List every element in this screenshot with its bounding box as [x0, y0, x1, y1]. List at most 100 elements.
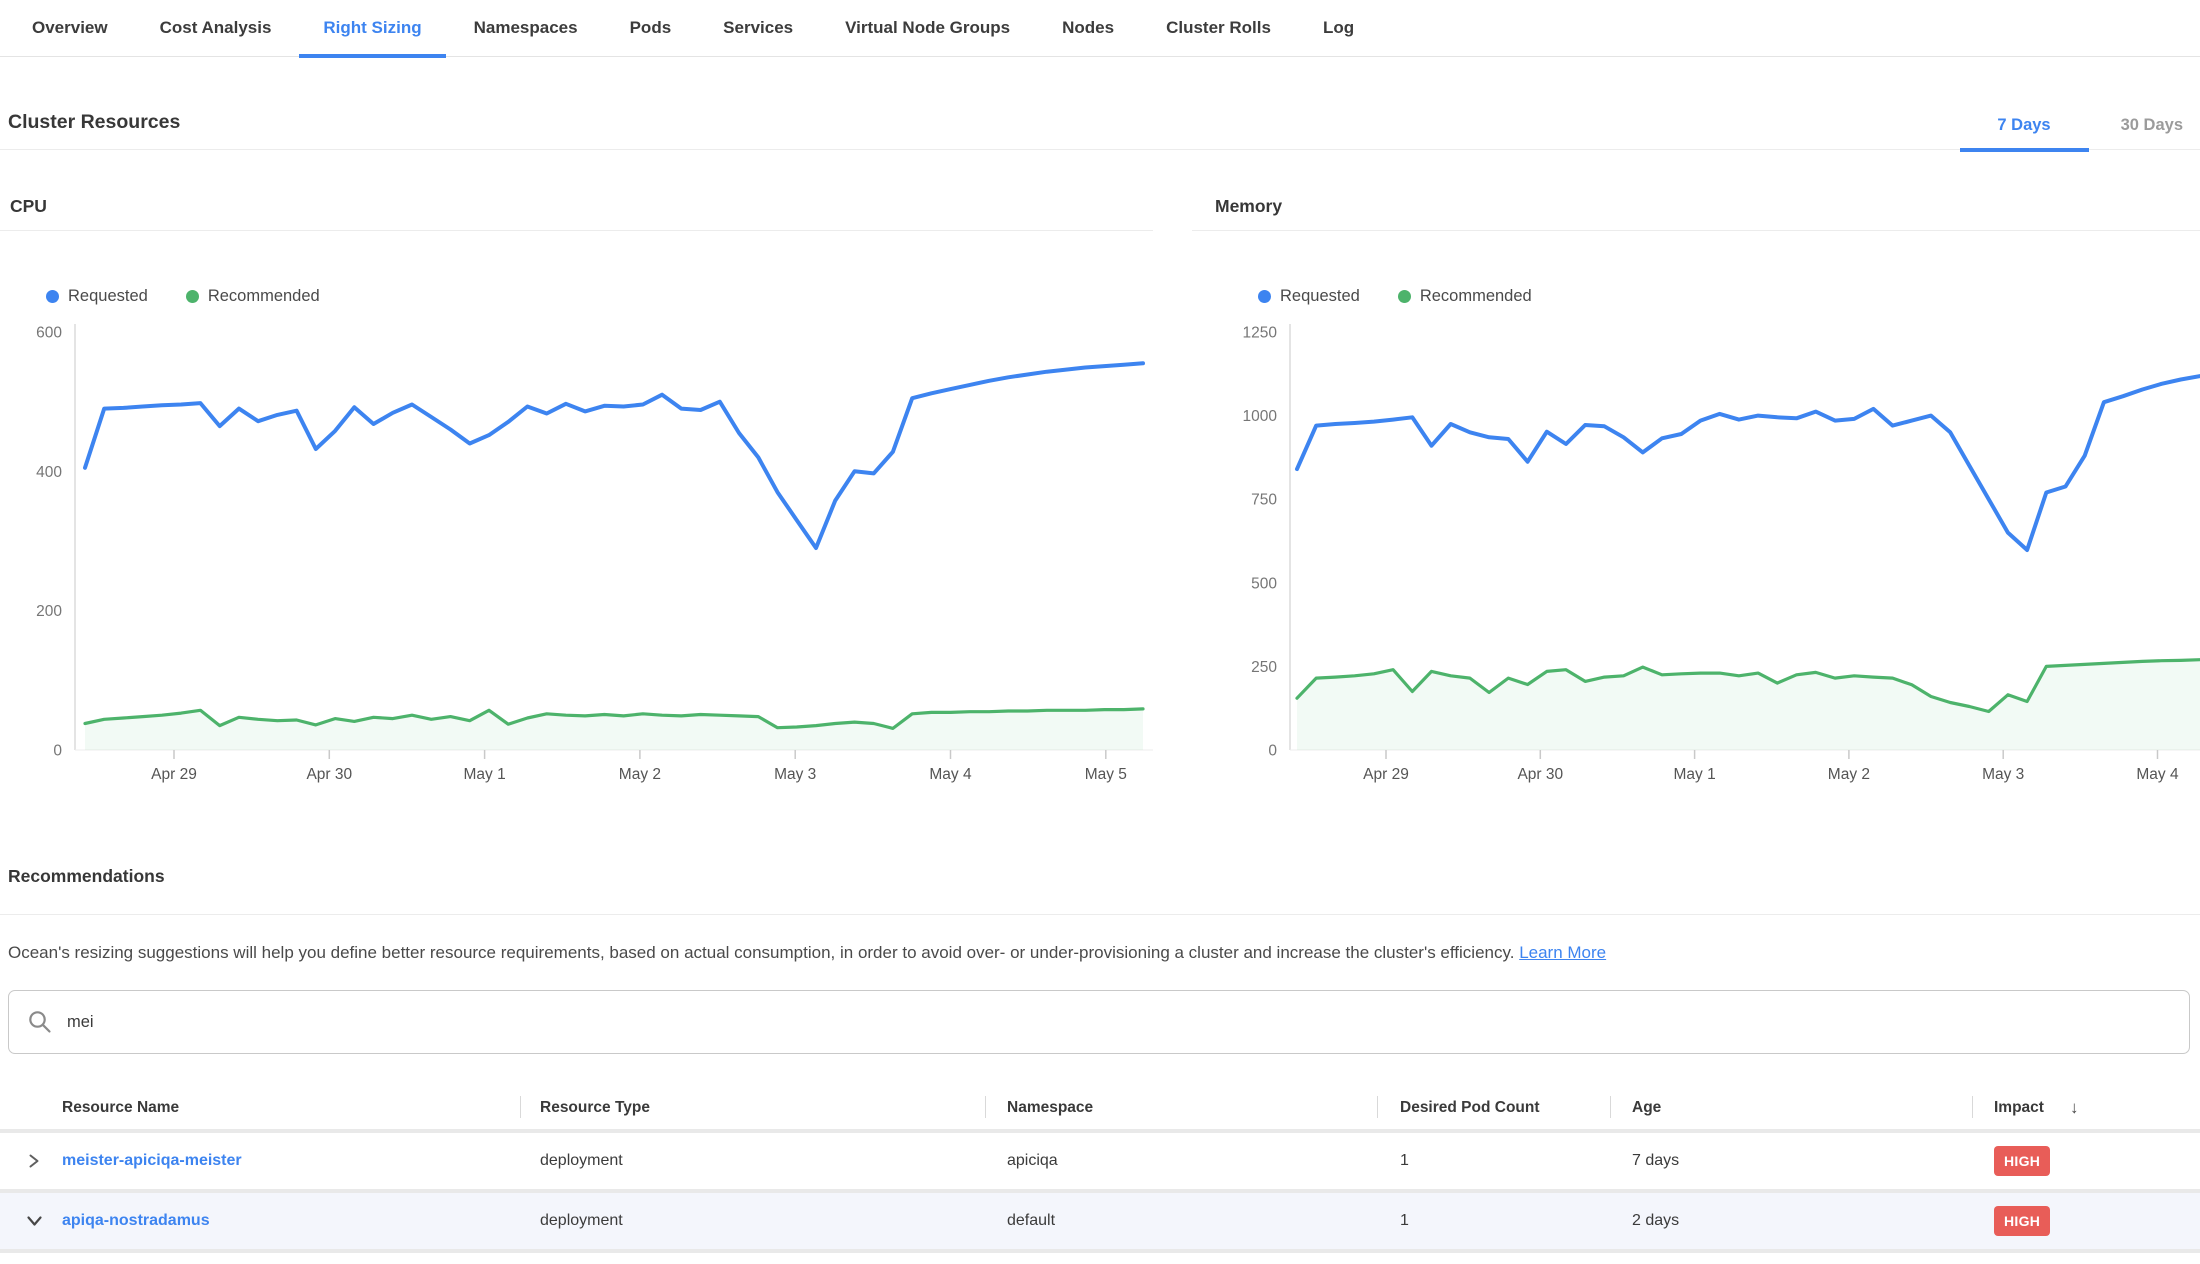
tab-virtual-node-groups[interactable]: Virtual Node Groups [819, 0, 1036, 57]
learn-more-link[interactable]: Learn More [1519, 943, 1606, 962]
period-30-days[interactable]: 30 Days [2121, 116, 2183, 135]
recommendations-title: Recommendations [8, 866, 2200, 887]
table-row[interactable]: apiqa-nostradamus deployment default 1 2… [0, 1193, 2200, 1253]
legend-item-requested: Requested [1258, 287, 1360, 306]
legend-label: Requested [68, 287, 148, 306]
column-header-desired-pod-count[interactable]: Desired Pod Count [1377, 1086, 1610, 1129]
tab-namespaces[interactable]: Namespaces [448, 0, 604, 57]
cpu-chart-legend: Requested Recommended [46, 287, 1153, 306]
svg-text:200: 200 [36, 603, 62, 620]
svg-text:May 2: May 2 [1828, 766, 1870, 783]
column-header-resource-name[interactable]: Resource Name [0, 1086, 520, 1129]
cpu-line-chart: 600 400 200 0 Apr 29 Apr 30 May 1 May 2 May 3 May… [0, 318, 1153, 786]
legend-label: Recommended [208, 287, 320, 306]
period-7-days[interactable]: 7 Days [1997, 116, 2050, 135]
age-cell: 7 days [1610, 1133, 1972, 1189]
svg-text:0: 0 [53, 743, 62, 760]
tab-cluster-rolls[interactable]: Cluster Rolls [1140, 0, 1297, 57]
tab-cost-analysis[interactable]: Cost Analysis [134, 0, 298, 57]
column-header-impact[interactable]: Impact ↓ [1972, 1086, 2200, 1129]
recommended-legend-dot [186, 290, 199, 303]
table-header-row: Resource Name Resource Type Namespace De… [0, 1086, 2200, 1133]
recommendations-description: Ocean's resizing suggestions will help y… [8, 942, 2190, 965]
right-sizing-page: Overview Cost Analysis Right Sizing Name… [0, 0, 2200, 1264]
tab-log[interactable]: Log [1297, 0, 1380, 57]
svg-text:May 2: May 2 [619, 766, 661, 783]
impact-badge: HIGH [1994, 1146, 2050, 1176]
recommendations-table: Resource Name Resource Type Namespace De… [0, 1086, 2200, 1253]
column-header-resource-type[interactable]: Resource Type [520, 1086, 985, 1129]
chevron-right-icon[interactable] [26, 1154, 41, 1169]
svg-text:May 1: May 1 [1673, 766, 1715, 783]
column-label: Age [1632, 1099, 1661, 1117]
cluster-resources-header: Cluster Resources 7 Days 30 Days [0, 57, 2200, 150]
svg-text:May 1: May 1 [463, 766, 505, 783]
svg-text:Apr 29: Apr 29 [1363, 766, 1409, 783]
legend-item-recommended: Recommended [1398, 287, 1532, 306]
table-row[interactable]: meister-apiciqa-meister deployment apici… [0, 1133, 2200, 1193]
column-label: Desired Pod Count [1400, 1099, 1540, 1117]
column-label: Impact [1994, 1099, 2044, 1117]
tab-pods[interactable]: Pods [604, 0, 698, 57]
column-label: Resource Type [540, 1099, 650, 1117]
legend-item-requested: Requested [46, 287, 148, 306]
svg-text:600: 600 [36, 325, 62, 342]
svg-text:0: 0 [1268, 743, 1277, 760]
search-icon [27, 1009, 53, 1035]
cpu-chart-title: CPU [0, 150, 1153, 231]
svg-text:May 4: May 4 [929, 766, 972, 783]
tab-nodes[interactable]: Nodes [1036, 0, 1140, 57]
memory-line-chart: 1250 1000 750 500 250 0 Apr 29 Apr 30 May 1 May 2… [1192, 318, 2200, 786]
namespace-cell: default [985, 1193, 1377, 1249]
impact-badge: HIGH [1994, 1206, 2050, 1236]
svg-text:250: 250 [1251, 659, 1277, 676]
namespace-cell: apiciqa [985, 1133, 1377, 1189]
divider [0, 914, 2200, 915]
sort-desc-icon[interactable]: ↓ [2070, 1098, 2079, 1118]
memory-chart-legend: Requested Recommended [1258, 287, 2200, 306]
svg-text:500: 500 [1251, 575, 1277, 592]
resource-type-cell: deployment [520, 1133, 985, 1189]
desired-pod-count-cell: 1 [1377, 1193, 1610, 1249]
svg-text:May 3: May 3 [1982, 766, 2024, 783]
svg-text:May 5: May 5 [1085, 766, 1127, 783]
period-toggle: 7 Days 30 Days [1997, 116, 2183, 135]
resource-name-link[interactable]: meister-apiciqa-meister [62, 1152, 242, 1170]
svg-text:400: 400 [36, 464, 62, 481]
cpu-chart-section: CPU Requested Recommended 600 400 200 0 Apr … [0, 150, 1153, 786]
svg-text:May 3: May 3 [774, 766, 816, 783]
column-header-age[interactable]: Age [1610, 1086, 1972, 1129]
memory-chart-section: Memory Requested Recommended 1250 1000 750… [1192, 150, 2200, 786]
recommended-legend-dot [1398, 290, 1411, 303]
column-label: Namespace [1007, 1099, 1093, 1117]
main-tab-bar: Overview Cost Analysis Right Sizing Name… [0, 0, 2200, 57]
requested-legend-dot [1258, 290, 1271, 303]
memory-chart-title: Memory [1192, 150, 2200, 231]
svg-text:Apr 29: Apr 29 [151, 766, 197, 783]
chevron-down-icon[interactable] [26, 1214, 43, 1229]
svg-text:May 4: May 4 [2136, 766, 2179, 783]
legend-label: Recommended [1420, 287, 1532, 306]
tab-right-sizing[interactable]: Right Sizing [297, 0, 447, 57]
column-label: Resource Name [62, 1099, 179, 1117]
svg-text:Apr 30: Apr 30 [1517, 766, 1563, 783]
age-cell: 2 days [1610, 1193, 1972, 1249]
requested-legend-dot [46, 290, 59, 303]
svg-text:750: 750 [1251, 492, 1277, 509]
svg-text:1250: 1250 [1243, 325, 1278, 342]
section-title: Cluster Resources [8, 111, 180, 134]
tab-overview[interactable]: Overview [6, 0, 134, 57]
search-input[interactable] [67, 1013, 2171, 1032]
svg-text:1000: 1000 [1243, 408, 1278, 425]
search-bar[interactable] [8, 990, 2190, 1054]
recommendations-section: Recommendations Ocean's resizing suggest… [0, 840, 2200, 965]
resource-name-link[interactable]: apiqa-nostradamus [62, 1212, 210, 1230]
tab-services[interactable]: Services [697, 0, 819, 57]
legend-label: Requested [1280, 287, 1360, 306]
description-text: Ocean's resizing suggestions will help y… [8, 943, 1514, 962]
legend-item-recommended: Recommended [186, 287, 320, 306]
desired-pod-count-cell: 1 [1377, 1133, 1610, 1189]
resource-type-cell: deployment [520, 1193, 985, 1249]
svg-text:Apr 30: Apr 30 [306, 766, 352, 783]
column-header-namespace[interactable]: Namespace [985, 1086, 1377, 1129]
